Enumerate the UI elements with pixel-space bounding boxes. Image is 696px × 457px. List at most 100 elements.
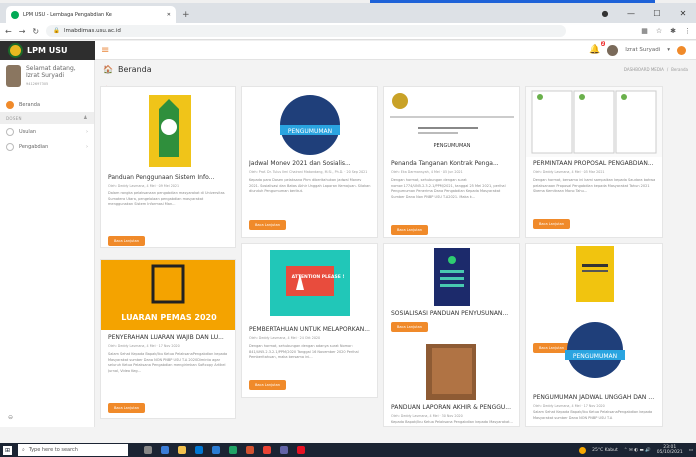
pengabdian-icon xyxy=(6,142,14,151)
card-meta: Oleh: Deddy Lasmana, 4 Mei · 17 Nov 2020 xyxy=(108,344,180,348)
card-excerpt: Dengan hormat, sehubungan dengan adanya … xyxy=(249,344,359,359)
card-image: PENGUMUMAN xyxy=(242,87,377,157)
star-icon[interactable]: ☆ xyxy=(656,27,662,35)
card-image xyxy=(526,87,662,157)
back-icon[interactable]: ← xyxy=(5,27,12,36)
sidebar-bottom-icon[interactable]: ⊖ xyxy=(8,414,13,421)
card-meta: Oleh: Deddy Lasmana, 4 Mei · 17 Nov 2020 xyxy=(533,404,605,408)
browser-titlebar: LPM USU - Lembaga Pengabdian Ke ✕ + ● — … xyxy=(0,3,696,23)
news-card[interactable]: PERMINTAAN PROPOSAL PENGABDIAN... Oleh: … xyxy=(525,86,663,238)
page-bottom xyxy=(0,427,696,443)
card-meta: Oleh: Deddy Lasmana, 4 Mei · 09 Mei 2021 xyxy=(108,184,180,188)
weather-text[interactable]: 25°C Kabut xyxy=(592,448,618,453)
card-title[interactable]: Penanda Tanganan Kontrak Penga... xyxy=(391,160,513,167)
reload-icon[interactable]: ↻ xyxy=(32,27,39,36)
card-title[interactable]: PEMBERTAHUAN UNTUK MELAPORKAN... xyxy=(249,326,371,333)
sidebar-item-label: Usulan xyxy=(19,128,37,135)
header-user-name[interactable]: Izrat Suryadi xyxy=(625,47,660,53)
image-caption: ATTENTION PLEASE ! xyxy=(292,274,345,280)
extension-icon[interactable]: ▦ xyxy=(641,27,648,35)
sidebar-item-beranda[interactable]: Beranda xyxy=(0,97,94,112)
read-more-button[interactable]: Baca Lanjutan xyxy=(108,403,145,413)
sidebar-item-pengabdian[interactable]: Pengabdian › xyxy=(0,139,94,154)
tab-close-icon[interactable]: ✕ xyxy=(167,12,171,18)
news-card[interactable]: Baca Lanjutan PENGUMUMAN PENGUMUMAN JADW… xyxy=(525,243,663,427)
card-image xyxy=(384,338,519,404)
notification-bell-icon[interactable]: 🔔 2 xyxy=(589,41,606,55)
card-meta: Oleh: Deddy Lasmana, 4 Mei · 30 Nov 2020 xyxy=(391,414,463,418)
news-card[interactable]: PENGUMUMAN Penanda Tanganan Kontrak Peng… xyxy=(383,86,520,238)
app-icon[interactable] xyxy=(297,446,305,454)
chevron-right-icon: › xyxy=(86,143,88,150)
image-caption: LUARAN PEMAS 2020 xyxy=(121,313,217,322)
card-excerpt: Salam Sehat Kepada Bapak/Ibu Ketua Pelak… xyxy=(108,352,228,373)
task-view-icon[interactable] xyxy=(144,446,152,454)
card-meta: Oleh: Prof. Dr. Tulus Ilmi Chairani Mato… xyxy=(249,170,368,174)
chevron-down-icon[interactable]: ▾ xyxy=(667,47,670,53)
notification-center-icon[interactable]: ▭ xyxy=(689,448,693,453)
brand[interactable]: LPM USU xyxy=(0,40,95,60)
card-meta: Oleh: Deddy Lasmana, 4 Mei · 05 Mar 2021 xyxy=(533,170,605,174)
menu-dots-icon[interactable]: ⋮ xyxy=(684,27,691,35)
card-title[interactable]: SOSIALISASI PANDUAN PENYUSUNAN... xyxy=(391,310,513,317)
header-avatar[interactable] xyxy=(607,44,619,56)
read-more-button[interactable]: Baca Lanjutan xyxy=(249,220,286,230)
read-more-button[interactable]: Baca Lanjutan xyxy=(391,322,428,332)
windows-start-icon[interactable]: ⊞ xyxy=(3,445,12,455)
puzzle-icon[interactable]: ✱ xyxy=(670,27,676,35)
teams-icon[interactable] xyxy=(280,446,288,454)
powerpoint-icon[interactable] xyxy=(246,446,254,454)
card-image: LUARAN PEMAS 2020 xyxy=(101,260,235,330)
close-icon[interactable]: ✕ xyxy=(670,3,696,23)
news-card[interactable]: Panduan Penggunaan Sistem Info... Oleh: … xyxy=(100,86,236,248)
hamburger-menu-icon[interactable]: ≡ xyxy=(101,45,109,56)
card-meta: Oleh: Deddy Lasmana, 4 Mei · 24 Okt 2020 xyxy=(249,336,321,340)
news-card[interactable]: LUARAN PEMAS 2020 PENYERAHAN LUARAN WAJI… xyxy=(100,259,236,419)
page-header: 🏠 Beranda DASHBOARD MEDIA / Beranda xyxy=(95,60,696,79)
power-icon[interactable] xyxy=(677,45,686,55)
sidebar-item-label: Beranda xyxy=(19,101,41,108)
news-card[interactable]: PENGUMUMAN Jadwal Monev 2021 dan Sosiali… xyxy=(241,86,378,238)
sidebar-item-usulan[interactable]: Usulan › xyxy=(0,124,94,139)
read-more-button[interactable]: Baca Lanjutan xyxy=(533,219,570,229)
news-card[interactable]: ATTENTION PLEASE ! PEMBERTAHUAN UNTUK ME… xyxy=(241,243,378,398)
word-icon[interactable] xyxy=(212,446,220,454)
edge-icon[interactable] xyxy=(161,446,169,454)
forward-icon[interactable]: → xyxy=(19,27,26,36)
card-title[interactable]: Panduan Penggunaan Sistem Info... xyxy=(108,174,229,181)
card-title[interactable]: PERMINTAAN PROPOSAL PENGABDIAN... xyxy=(533,160,656,167)
file-explorer-icon[interactable] xyxy=(178,446,186,454)
maximize-icon[interactable]: ☐ xyxy=(644,3,670,23)
main-content: 🏠 Beranda DASHBOARD MEDIA / Beranda 📌 Pa… xyxy=(95,60,696,427)
home-icon xyxy=(6,100,14,109)
user-nip: 9412697305 xyxy=(26,82,49,86)
user-panel: Selamat datang, Izrat Suryadi 9412697305 xyxy=(0,60,94,97)
system-tray: 25°C Kabut ⌃ ✉ ◐ ▬ 🔊 23:01 05/10/2021 ▭ xyxy=(579,445,693,455)
card-image: PENGUMUMAN xyxy=(384,87,519,157)
read-more-button[interactable]: Baca Lanjutan xyxy=(108,236,145,246)
profile-icon[interactable]: ● xyxy=(592,3,618,23)
chrome-icon[interactable] xyxy=(263,446,271,454)
card-excerpt: Salam Sehat Kepada Bapak/Ibu Ketua Pelak… xyxy=(533,410,653,420)
breadcrumb-item[interactable]: DASHBOARD MEDIA xyxy=(624,67,664,72)
clock[interactable]: 23:01 05/10/2021 xyxy=(657,445,683,455)
url-field[interactable]: 🔒 lmabdimas.usu.ac.id xyxy=(46,25,567,37)
card-title[interactable]: Jadwal Monev 2021 dan Sosialis... xyxy=(249,160,371,167)
read-more-button[interactable]: Baca Lanjutan xyxy=(249,380,286,390)
card-title[interactable]: PANDUAN LAPORAN AKHIR & PENGGU... xyxy=(391,404,513,411)
minimize-icon[interactable]: — xyxy=(618,3,644,23)
sidebar-group-dosen[interactable]: DOSEN ♟ xyxy=(0,112,94,124)
excel-icon[interactable] xyxy=(229,446,237,454)
tray-icons[interactable]: ⌃ ✉ ◐ ▬ 🔊 xyxy=(624,448,651,453)
taskbar-search[interactable]: ⌕ Type here to search xyxy=(18,444,128,456)
browser-tab[interactable]: LPM USU - Lembaga Pengabdian Ke ✕ xyxy=(6,6,176,23)
new-tab-button[interactable]: + xyxy=(182,6,190,23)
user-icon: ♟ xyxy=(83,115,88,121)
news-card[interactable]: SOSIALISASI PANDUAN PENYUSUNAN... Baca L… xyxy=(383,243,520,427)
card-excerpt: Kepada Bapak/Ibu Ketua Pelaksana Pengabd… xyxy=(391,420,513,424)
card-title[interactable]: PENGUMUMAN JADWAL UNGGAH DAN P... xyxy=(533,394,656,401)
read-more-button[interactable]: Baca Lanjutan xyxy=(391,225,428,235)
card-title[interactable]: PENYERAHAN LUARAN WAJIB DAN LU... xyxy=(108,334,229,341)
read-more-button[interactable]: Baca Lanjutan xyxy=(533,343,570,353)
store-icon[interactable] xyxy=(195,446,203,454)
